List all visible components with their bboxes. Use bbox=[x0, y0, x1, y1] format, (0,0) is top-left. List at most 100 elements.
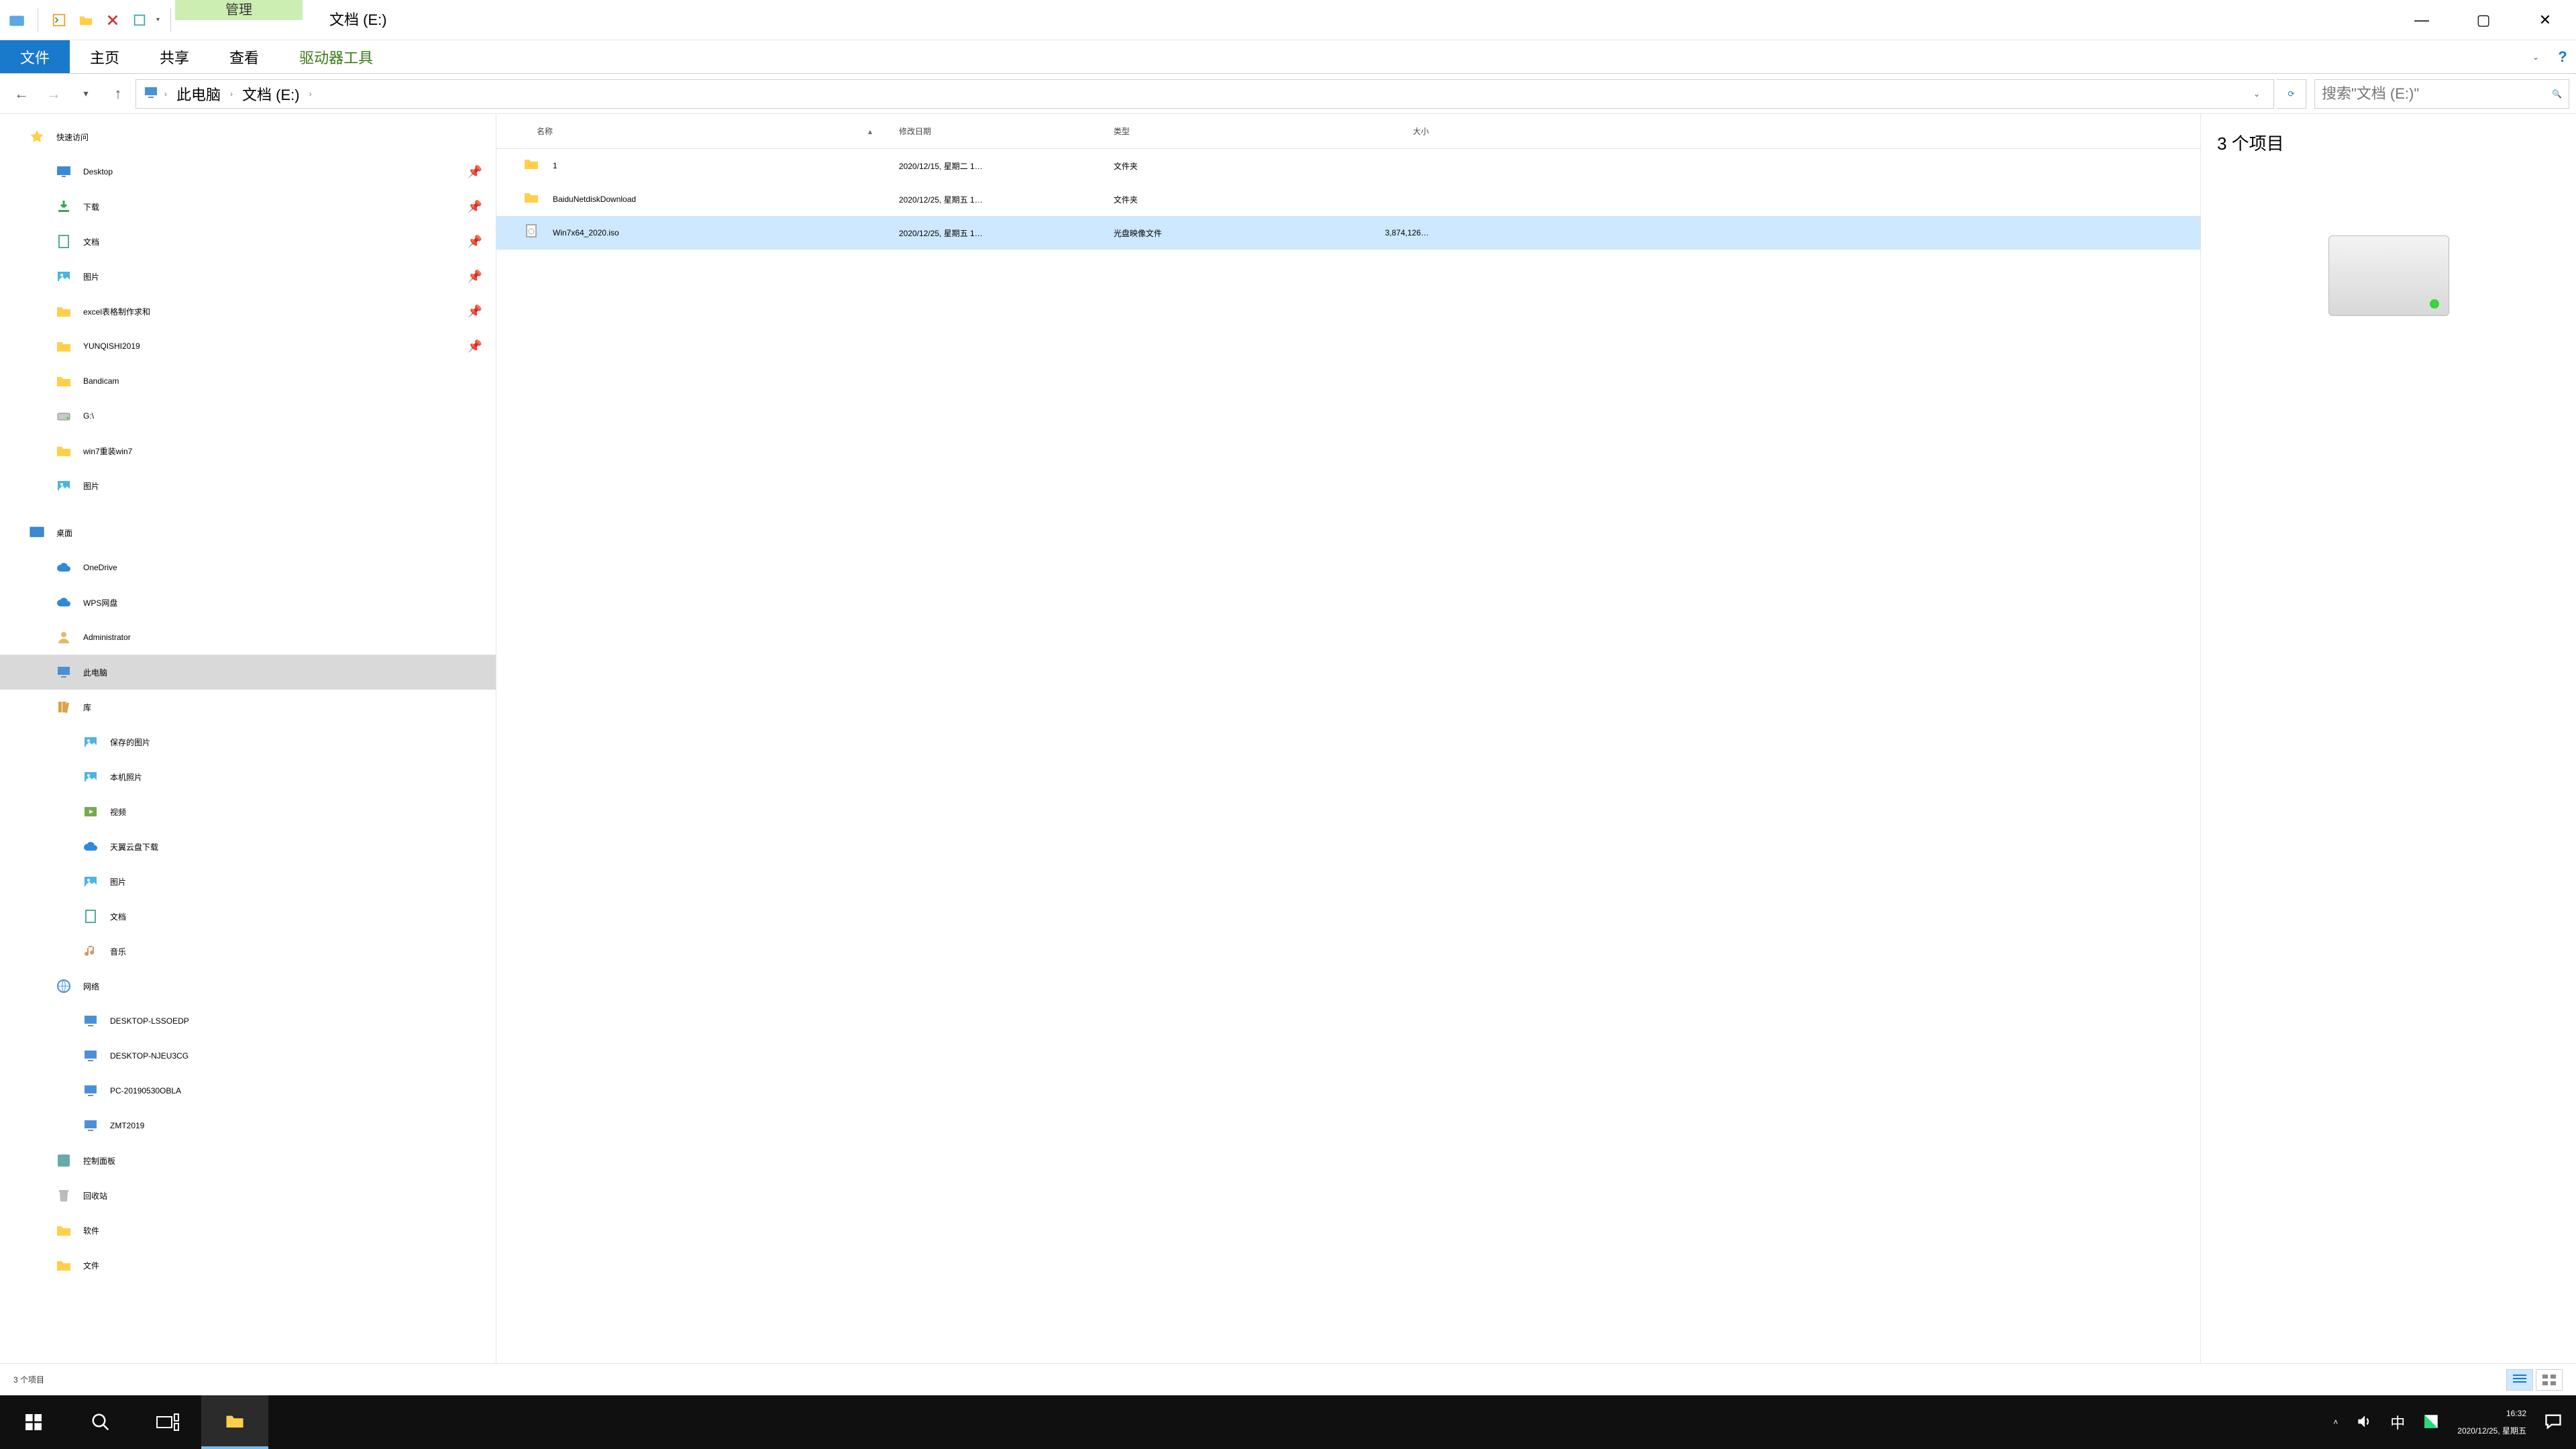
qat-rename-icon[interactable] bbox=[129, 10, 150, 30]
action-center-button[interactable] bbox=[2544, 1412, 2563, 1433]
tree-quick-item[interactable]: G:\ bbox=[0, 398, 496, 433]
tree-item[interactable]: Administrator bbox=[0, 620, 496, 655]
tree-item[interactable]: 文件 bbox=[0, 1248, 496, 1283]
qat-properties-icon[interactable] bbox=[49, 10, 69, 30]
view-large-icons-button[interactable] bbox=[2536, 1369, 2563, 1391]
tree-quick-item[interactable]: excel表格制作求和📌 bbox=[0, 294, 496, 329]
search-input[interactable] bbox=[2322, 85, 2552, 103]
tree-item[interactable]: 视频 bbox=[0, 794, 496, 829]
tree-desktop[interactable]: 桌面 bbox=[0, 515, 496, 550]
start-button[interactable] bbox=[0, 1395, 67, 1449]
help-button[interactable]: ? bbox=[2549, 40, 2576, 73]
taskbar-clock[interactable]: 16:32 2020/12/25, 星期五 bbox=[2457, 1405, 2526, 1440]
tree-quick-item[interactable]: 图片 bbox=[0, 468, 496, 503]
tree-quick-item[interactable]: win7重装win7 bbox=[0, 433, 496, 468]
tree-item[interactable]: DESKTOP-LSSOEDP bbox=[0, 1004, 496, 1038]
ribbon-tab-view[interactable]: 查看 bbox=[209, 40, 279, 73]
tree-item[interactable]: DESKTOP-NJEU3CG bbox=[0, 1038, 496, 1073]
taskbar-explorer-button[interactable] bbox=[201, 1395, 268, 1449]
qat-customize-caret[interactable]: ▾ bbox=[156, 16, 160, 23]
ribbon-tab-drive-tools[interactable]: 驱动器工具 bbox=[279, 40, 393, 73]
system-tray[interactable]: ˄ 中 16:32 2020/12/25, 星期五 bbox=[2333, 1405, 2576, 1440]
tray-ime-indicator[interactable]: 中 bbox=[2390, 1411, 2405, 1433]
desktop-icon bbox=[27, 523, 47, 543]
doc-icon bbox=[54, 231, 74, 252]
cloud-icon bbox=[54, 557, 74, 578]
qat-delete-icon[interactable] bbox=[103, 10, 123, 30]
close-button[interactable]: ✕ bbox=[2514, 0, 2576, 40]
search-icon[interactable]: 🔍 bbox=[2552, 89, 2562, 99]
tree-quick-item[interactable]: 文档📌 bbox=[0, 224, 496, 259]
nav-back-button[interactable]: ← bbox=[7, 79, 36, 109]
tray-overflow-caret[interactable]: ˄ bbox=[2333, 1417, 2338, 1427]
tree-quick-item[interactable]: YUNQISHI2019📌 bbox=[0, 329, 496, 364]
minimize-button[interactable]: — bbox=[2391, 0, 2453, 40]
task-view-button[interactable] bbox=[134, 1395, 201, 1449]
address-bar[interactable]: › 此电脑 › 文档 (E:) › ⌄ bbox=[136, 79, 2274, 109]
nav-recent-caret[interactable]: ▾ bbox=[71, 79, 101, 109]
tree-item[interactable]: ZMT2019 bbox=[0, 1108, 496, 1143]
tree-item[interactable]: 天翼云盘下载 bbox=[0, 829, 496, 864]
file-size: 3,874,126… bbox=[1288, 228, 1449, 237]
music-icon bbox=[80, 941, 101, 961]
lib-icon bbox=[54, 697, 74, 717]
crumb-sep-1[interactable]: › bbox=[230, 89, 233, 99]
tree-item[interactable]: 控制面板 bbox=[0, 1143, 496, 1178]
tree-item[interactable]: 图片 bbox=[0, 864, 496, 899]
tree-quick-item[interactable]: 图片📌 bbox=[0, 259, 496, 294]
tree-item[interactable]: 软件 bbox=[0, 1213, 496, 1248]
taskbar[interactable]: ˄ 中 16:32 2020/12/25, 星期五 bbox=[0, 1395, 2576, 1449]
col-name[interactable]: 名称 ▴ bbox=[496, 125, 899, 137]
col-date[interactable]: 修改日期 bbox=[899, 125, 1114, 137]
address-pc-icon bbox=[143, 85, 159, 103]
download-icon bbox=[54, 197, 74, 217]
tree-item-label: WPS网盘 bbox=[83, 597, 117, 608]
col-type[interactable]: 类型 bbox=[1114, 125, 1288, 137]
tree-item[interactable]: PC-20190530OBLA bbox=[0, 1073, 496, 1108]
tree-item-label: PC-20190530OBLA bbox=[110, 1086, 181, 1095]
tree-item[interactable]: OneDrive bbox=[0, 550, 496, 585]
tree-quick-access[interactable]: 快速访问 bbox=[0, 119, 496, 154]
crumb-drive-e[interactable]: 文档 (E:) bbox=[238, 83, 304, 105]
crumb-this-pc[interactable]: 此电脑 bbox=[172, 83, 225, 105]
tree-item[interactable]: 网络 bbox=[0, 969, 496, 1004]
column-headers[interactable]: 名称 ▴ 修改日期 类型 大小 bbox=[496, 114, 2200, 149]
tree-item[interactable]: 本机照片 bbox=[0, 759, 496, 794]
file-list[interactable]: 名称 ▴ 修改日期 类型 大小 12020/12/15, 星期二 1…文件夹Ba… bbox=[496, 114, 2200, 1363]
file-date: 2020/12/15, 星期二 1… bbox=[899, 160, 1114, 172]
tree-quick-item[interactable]: Desktop📌 bbox=[0, 154, 496, 189]
file-row[interactable]: Win7x64_2020.iso2020/12/25, 星期五 1…光盘映像文件… bbox=[496, 216, 2200, 250]
tree-item[interactable]: 回收站 bbox=[0, 1178, 496, 1213]
tree-item[interactable]: 保存的图片 bbox=[0, 724, 496, 759]
crumb-sep-0[interactable]: › bbox=[164, 89, 167, 99]
nav-up-button[interactable]: ↑ bbox=[103, 79, 133, 109]
nav-tree[interactable]: 快速访问 Desktop📌下载📌文档📌图片📌excel表格制作求和📌YUNQIS… bbox=[0, 114, 496, 1363]
crumb-sep-2[interactable]: › bbox=[309, 89, 312, 99]
tree-item[interactable]: 文档 bbox=[0, 899, 496, 934]
qat-newfolder-icon[interactable] bbox=[76, 10, 96, 30]
tray-volume-icon[interactable] bbox=[2355, 1413, 2373, 1432]
tree-item[interactable]: 库 bbox=[0, 690, 496, 724]
search-box[interactable]: 🔍 bbox=[2314, 79, 2569, 109]
ribbon-tab-home[interactable]: 主页 bbox=[70, 40, 140, 73]
maximize-button[interactable]: ▢ bbox=[2453, 0, 2514, 40]
col-size[interactable]: 大小 bbox=[1288, 125, 1449, 137]
address-dropdown-caret[interactable]: ⌄ bbox=[2247, 89, 2267, 99]
tree-item[interactable]: 此电脑 bbox=[0, 655, 496, 690]
ribbon-tab-file[interactable]: 文件 bbox=[0, 40, 70, 73]
tree-item[interactable]: 音乐 bbox=[0, 934, 496, 969]
tree-item-label: 库 bbox=[83, 702, 91, 713]
view-details-button[interactable] bbox=[2506, 1369, 2533, 1391]
ribbon-expand-caret[interactable]: ⌄ bbox=[2522, 40, 2549, 73]
ribbon-tab-share[interactable]: 共享 bbox=[140, 40, 209, 73]
refresh-button[interactable]: ⟳ bbox=[2277, 79, 2306, 109]
taskbar-search-button[interactable] bbox=[67, 1395, 134, 1449]
content-area: 名称 ▴ 修改日期 类型 大小 12020/12/15, 星期二 1…文件夹Ba… bbox=[496, 114, 2576, 1363]
nav-forward-button[interactable]: → bbox=[39, 79, 68, 109]
tree-item[interactable]: WPS网盘 bbox=[0, 585, 496, 620]
tree-quick-item[interactable]: Bandicam bbox=[0, 364, 496, 398]
file-row[interactable]: 12020/12/15, 星期二 1…文件夹 bbox=[496, 149, 2200, 182]
tree-quick-item[interactable]: 下载📌 bbox=[0, 189, 496, 224]
tray-security-icon[interactable] bbox=[2422, 1413, 2440, 1432]
file-row[interactable]: BaiduNetdiskDownload2020/12/25, 星期五 1…文件… bbox=[496, 182, 2200, 216]
